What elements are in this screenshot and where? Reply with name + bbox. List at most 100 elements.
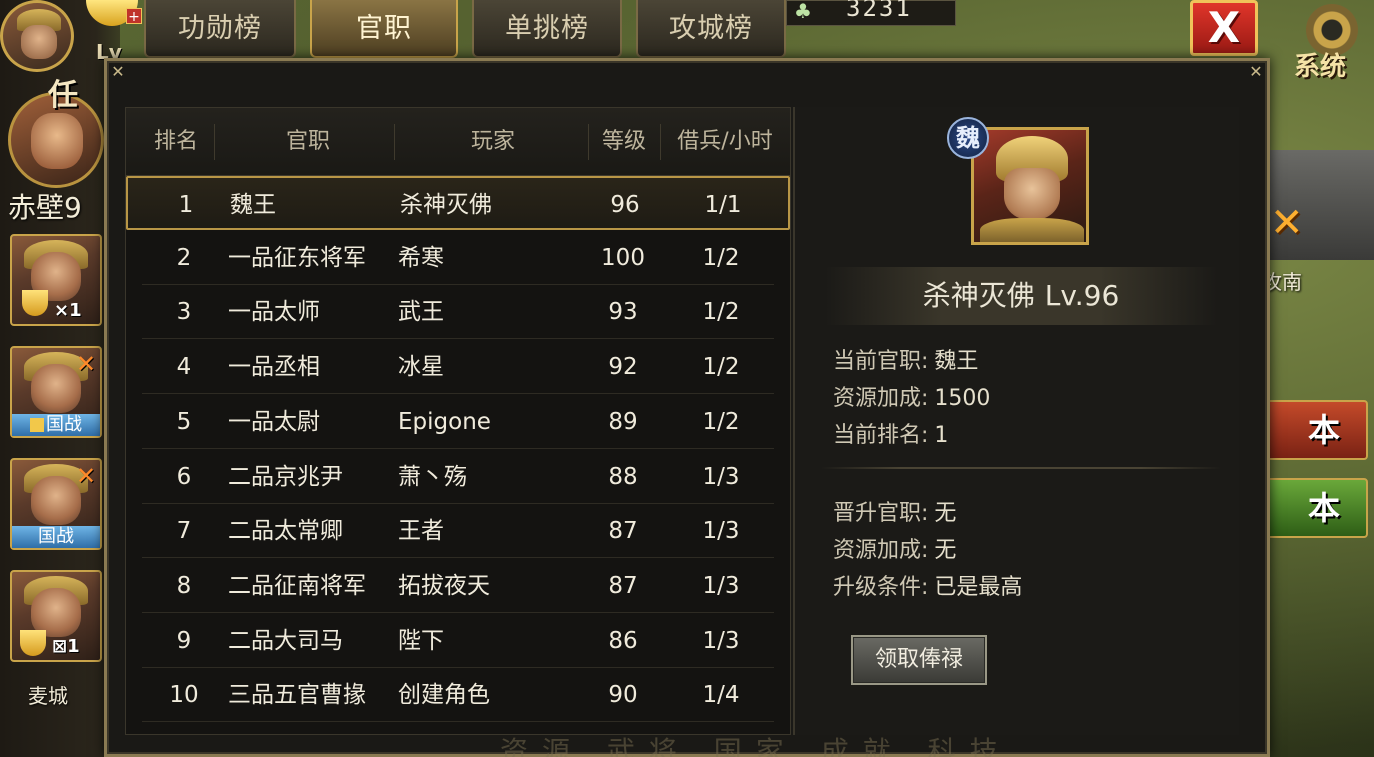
tab-official-rank[interactable]: 官职	[310, 0, 458, 58]
ranking-table: 排名 官职 玩家 等级 借兵/小时 1 魏王 杀神灭佛 96 1/1 2 一品征东将军 希寒 1…	[125, 107, 791, 735]
current-title-value: 魏王	[934, 349, 979, 374]
national-war-badge-2: 国战	[12, 526, 100, 548]
task-label[interactable]: 任	[48, 70, 110, 130]
row-troops: 1/1	[704, 192, 742, 218]
national-war-badge-1: 国战	[12, 414, 100, 436]
jade-resource-icon: ♣	[794, 0, 812, 23]
header-troops: 借兵/小时	[677, 129, 773, 154]
row-level: 86	[608, 627, 638, 654]
row-player: 创建角色	[398, 682, 490, 709]
row-player: 希寒	[398, 244, 444, 271]
resource-bonus-value: 1500	[934, 386, 991, 411]
upgrade-condition-value: 已是最高	[934, 575, 1023, 600]
cup-icon	[22, 290, 48, 316]
header-level: 等级	[601, 129, 646, 154]
resource-bonus-label: 资源加成:	[833, 386, 929, 411]
table-header: 排名 官职 玩家 等级 借兵/小时	[126, 108, 790, 176]
header-separator	[214, 124, 215, 160]
detail-divider	[821, 467, 1221, 469]
row-title: 一品丞相	[228, 354, 320, 381]
row-player: Epigone	[398, 408, 491, 435]
header-rank: 排名	[153, 129, 198, 154]
collect-salary-button[interactable]: 领取俸禄	[851, 635, 987, 685]
tab-siege-ranking[interactable]: 攻城榜	[636, 0, 786, 58]
resource-value: 3231	[846, 0, 912, 22]
player-detail-panel: 魏 杀神灭佛 Lv.96 当前官职: 魏王 资源加成: 1500 当前排名: 1 晋升官…	[793, 107, 1239, 735]
header-separator	[394, 124, 395, 160]
table-row[interactable]: 9 二品大司马 陛下 86 1/3	[126, 614, 790, 668]
player-avatar[interactable]	[0, 0, 74, 72]
corner-ornament: ✕	[111, 62, 125, 81]
row-title: 一品太师	[228, 299, 320, 326]
row-player: 杀神灭佛	[400, 192, 492, 218]
system-button-label[interactable]: 系统	[1294, 46, 1346, 83]
row-level: 93	[608, 299, 638, 326]
row-rank: 1	[178, 192, 194, 218]
official-rank-dialog: ✕ ✕ 排名 官职 玩家 等级 借兵/小时 1 魏王 杀神灭佛 96 1/1 2 一品征东将…	[104, 58, 1270, 757]
row-level: 90	[608, 682, 638, 709]
row-troops: 1/3	[702, 627, 740, 654]
table-row[interactable]: 1 魏王 杀神灭佛 96 1/1	[126, 176, 790, 230]
table-row[interactable]: 5 一品太尉 Epigone 89 1/2	[126, 395, 790, 449]
row-troops: 1/4	[702, 682, 740, 709]
row-rank: 10	[169, 682, 199, 709]
row-player: 武王	[398, 299, 444, 326]
row-rank: 2	[176, 244, 192, 271]
table-row[interactable]: 6 二品京兆尹 萧丶殇 88 1/3	[126, 450, 790, 504]
national-war-badge-1-label: 国战	[46, 414, 82, 435]
row-troops: 1/2	[702, 244, 740, 271]
promote-title-label: 晋升官职:	[833, 501, 929, 526]
corner-ornament: ✕	[1249, 62, 1263, 81]
close-button[interactable]: X	[1190, 0, 1258, 56]
detail-player-name: 杀神灭佛	[922, 279, 1035, 312]
row-rank: 3	[176, 299, 192, 326]
side-city-text: 麦城	[28, 684, 68, 708]
table-row[interactable]: 3 一品太师 武王 93 1/2	[126, 285, 790, 340]
table-row[interactable]: 8 二品征南将军 拓拔夜天 87 1/3	[126, 559, 790, 613]
promote-title-value: 无	[934, 501, 957, 526]
current-rank-label: 当前排名:	[833, 423, 929, 448]
cup-icon	[20, 630, 46, 656]
table-row[interactable]: 7 二品太常卿 王者 87 1/3	[126, 504, 790, 559]
row-level: 89	[608, 408, 638, 435]
row-player: 陛下	[398, 627, 444, 654]
row-troops: 1/2	[702, 299, 740, 326]
table-row[interactable]: 4 一品丞相 冰星 92 1/2	[126, 340, 790, 395]
row-rank: 8	[176, 572, 192, 599]
tab-merit-ranking[interactable]: 功勋榜	[144, 0, 296, 58]
row-rank: 5	[176, 408, 192, 435]
promote-bonus-line: 资源加成: 无	[833, 532, 956, 564]
current-title-label: 当前官职:	[833, 349, 929, 374]
side-hero-4-count: ⊠1	[52, 636, 80, 657]
player-name-bar: 杀神灭佛 Lv.96	[825, 267, 1217, 325]
row-player: 萧丶殇	[398, 463, 467, 490]
table-row[interactable]: 2 一品征东将军 希寒 100 1/2	[126, 231, 790, 285]
row-title: 二品京兆尹	[228, 463, 343, 490]
row-level: 87	[608, 572, 638, 599]
row-rank: 9	[176, 627, 192, 654]
player-portrait	[971, 127, 1089, 245]
row-title: 二品太常卿	[228, 518, 343, 545]
bottom-menu-hint: 资源 武将 国家 成就 科技	[500, 735, 1012, 757]
tab-duel-ranking[interactable]: 单挑榜	[472, 0, 622, 58]
row-level: 88	[608, 463, 638, 490]
header-player: 玩家	[470, 129, 515, 154]
cross-swords-icon: ✕	[75, 462, 97, 490]
add-gold-icon[interactable]: +	[126, 8, 142, 25]
row-level: 92	[608, 354, 638, 381]
row-level: 100	[601, 244, 645, 271]
kingdom-badge: 魏	[947, 117, 989, 159]
row-title: 二品征南将军	[228, 572, 366, 599]
row-troops: 1/3	[702, 572, 740, 599]
row-title: 二品大司马	[228, 627, 343, 654]
row-player: 拓拔夜天	[398, 572, 490, 599]
row-title: 一品征东将军	[228, 244, 366, 271]
row-level: 96	[610, 192, 640, 218]
row-player: 王者	[398, 518, 444, 545]
row-troops: 1/3	[702, 518, 740, 545]
row-level: 87	[608, 518, 638, 545]
row-player: 冰星	[398, 354, 444, 381]
row-troops: 1/3	[702, 463, 740, 490]
detail-player-level: Lv.96	[1044, 279, 1120, 312]
table-row[interactable]: 10 三品五官曹掾 创建角色 90 1/4	[126, 668, 790, 723]
